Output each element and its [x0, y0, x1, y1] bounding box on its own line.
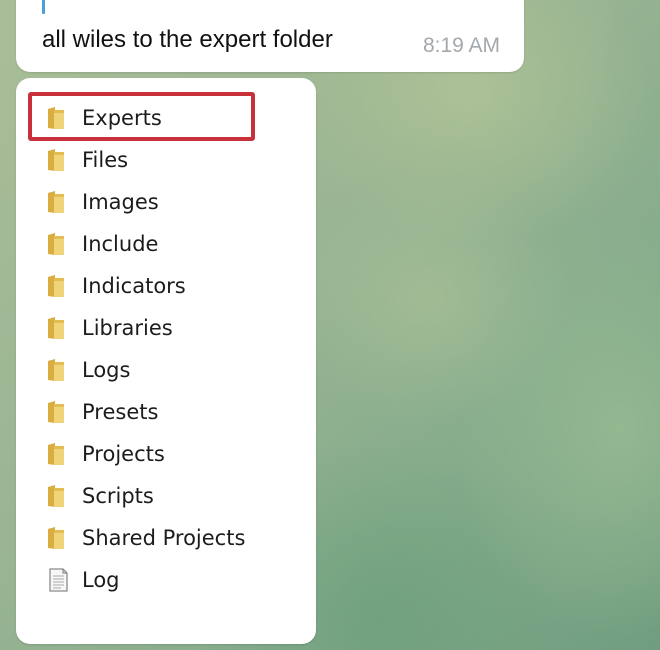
- file-label: Log: [82, 568, 120, 592]
- folder-icon: [48, 107, 64, 129]
- folder-icon: [48, 443, 64, 465]
- folder-label: Files: [82, 148, 129, 172]
- folder-icon: [48, 275, 64, 297]
- file-item-log: Log: [44, 563, 304, 597]
- folder-icon: [48, 191, 64, 213]
- folder-icon: [48, 317, 64, 339]
- folder-label: Presets: [82, 400, 159, 424]
- folder-icon: [48, 233, 64, 255]
- folder-icon: [48, 527, 64, 549]
- folder-label: Libraries: [82, 316, 173, 340]
- folder-item-scripts: Scripts: [44, 479, 304, 513]
- folder-item-presets: Presets: [44, 395, 304, 429]
- folder-item-libraries: Libraries: [44, 311, 304, 345]
- folder-label: Logs: [82, 358, 131, 382]
- folder-label: Images: [82, 190, 159, 214]
- folder-list-screenshot: Experts Files Images Include Indicators …: [16, 78, 316, 644]
- folder-label: Include: [82, 232, 159, 256]
- message-timestamp: 8:19 AM: [422, 34, 500, 57]
- folder-item-include: Include: [44, 227, 304, 261]
- folder-item-projects: Projects: [44, 437, 304, 471]
- message-text: all wiles to the expert folder: [42, 26, 333, 53]
- folder-item-files: Files: [44, 143, 304, 177]
- folder-item-shared-projects: Shared Projects: [44, 521, 304, 555]
- text-file-icon: [49, 568, 68, 592]
- image-message-bubble[interactable]: Experts Files Images Include Indicators …: [16, 78, 316, 644]
- folder-icon: [48, 401, 64, 423]
- folder-item-logs: Logs: [44, 353, 304, 387]
- folder-icon: [48, 485, 64, 507]
- folder-item-images: Images: [44, 185, 304, 219]
- folder-label: Scripts: [82, 484, 154, 508]
- folder-label: Shared Projects: [82, 526, 246, 550]
- folder-label: Indicators: [82, 274, 186, 298]
- reply-quote-bar: [42, 0, 45, 14]
- folder-label: Projects: [82, 442, 165, 466]
- folder-icon: [48, 149, 64, 171]
- folder-item-indicators: Indicators: [44, 269, 304, 303]
- text-message-bubble[interactable]: all wiles to the expert folder 8:19 AM: [16, 0, 524, 72]
- folder-item-experts: Experts: [44, 101, 304, 135]
- folder-label: Experts: [82, 106, 162, 130]
- folder-icon: [48, 359, 64, 381]
